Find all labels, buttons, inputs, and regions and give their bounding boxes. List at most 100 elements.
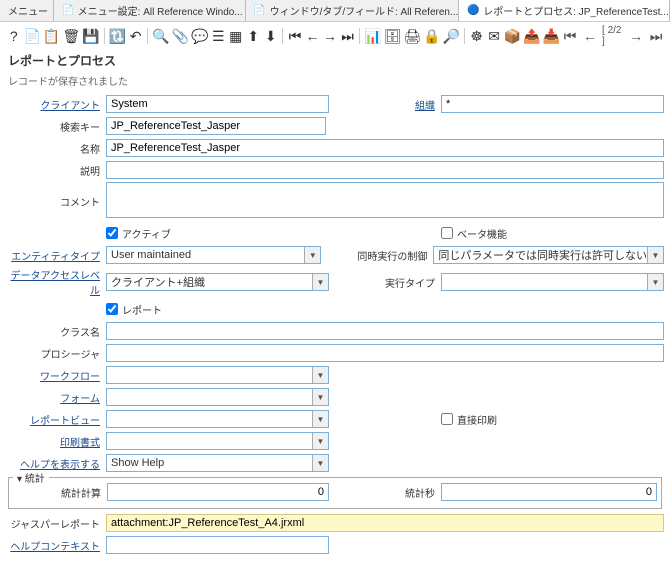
printformat-combo[interactable]: ▼: [106, 432, 329, 450]
window-icon: 📄: [62, 5, 74, 17]
form-label[interactable]: フォーム: [6, 390, 106, 405]
tab-windowtab[interactable]: 📄ウィンドウ/タブ/フィールド: All Referen...×: [246, 0, 460, 21]
desc-label: 説明: [6, 163, 106, 178]
report-icon[interactable]: 📊: [364, 27, 381, 45]
reportview-label[interactable]: レポートビュー: [6, 412, 106, 427]
toolbar-separator: [464, 28, 465, 44]
next-icon[interactable]: →: [322, 27, 337, 45]
nav-next-icon[interactable]: →: [628, 27, 644, 45]
workflow-label[interactable]: ワークフロー: [6, 368, 106, 383]
procedure-field[interactable]: [106, 344, 664, 362]
nav-prev-icon[interactable]: ←: [582, 27, 598, 45]
active-label: アクティブ: [122, 226, 171, 241]
delete-icon[interactable]: 🗑: [62, 27, 80, 45]
import-icon[interactable]: 📥: [543, 27, 560, 45]
first-icon[interactable]: ⏮: [287, 27, 302, 45]
entitytype-label[interactable]: エンティティタイプ: [6, 248, 106, 263]
searchkey-field[interactable]: [106, 117, 326, 135]
archive-icon[interactable]: 🗄: [384, 27, 402, 45]
client-label[interactable]: クライアント: [6, 97, 106, 112]
parent-icon[interactable]: ⬆: [246, 27, 261, 45]
workflow-icon[interactable]: ☸: [469, 27, 484, 45]
chat-icon[interactable]: 💬: [191, 27, 208, 45]
reportview-combo[interactable]: ▼: [106, 410, 329, 428]
toggle-icon[interactable]: ☰: [211, 27, 226, 45]
nav-last-icon[interactable]: ⏭: [648, 27, 664, 45]
last-icon[interactable]: ⏭: [340, 27, 355, 45]
chevron-down-icon[interactable]: ▼: [312, 367, 328, 383]
toolbar-separator: [104, 28, 105, 44]
org-field[interactable]: [441, 95, 664, 113]
chevron-down-icon[interactable]: ▼: [312, 274, 328, 290]
grid-icon[interactable]: ▦: [228, 27, 243, 45]
exectype-label: 実行タイプ: [341, 275, 441, 290]
workflow-combo[interactable]: ▼: [106, 366, 329, 384]
desc-field[interactable]: [106, 161, 664, 179]
zoom-icon[interactable]: 🔎: [443, 27, 460, 45]
org-label[interactable]: 組織: [341, 97, 441, 112]
help-icon[interactable]: ?: [6, 27, 21, 45]
name-label: 名称: [6, 141, 106, 156]
product-icon[interactable]: 📦: [504, 27, 521, 45]
detail-icon[interactable]: ⬇: [263, 27, 278, 45]
concurrent-label: 同時実行の制御: [333, 248, 433, 263]
dataaccess-label[interactable]: データアクセスレベル: [6, 267, 106, 297]
chevron-down-icon[interactable]: ▼: [312, 455, 328, 471]
find-icon[interactable]: 🔍: [152, 27, 169, 45]
tab-menu[interactable]: メニュー: [0, 0, 54, 21]
status-message: レコードが保存されました: [0, 71, 670, 90]
undo-icon[interactable]: ↶: [128, 27, 143, 45]
stats-section-toggle[interactable]: ▾ 統計: [13, 470, 49, 485]
lock-icon[interactable]: 🔒: [423, 27, 440, 45]
chevron-down-icon[interactable]: ▼: [312, 389, 328, 405]
export-icon[interactable]: 📤: [523, 27, 540, 45]
classname-field[interactable]: [106, 322, 664, 340]
nav-first-icon[interactable]: ⏮: [562, 27, 578, 45]
helpctx-field[interactable]: [106, 536, 329, 554]
chevron-down-icon[interactable]: ▼: [312, 433, 328, 449]
dataaccess-combo[interactable]: クライアント+組織▼: [106, 273, 329, 291]
report-checkbox[interactable]: [106, 303, 118, 315]
tab-menusetting[interactable]: 📄メニュー設定: All Reference Windo...×: [54, 0, 246, 21]
comment-label: コメント: [6, 194, 106, 209]
prev-icon[interactable]: ←: [305, 27, 320, 45]
procedure-label: プロシージャ: [6, 346, 106, 361]
toolbar-separator: [282, 28, 283, 44]
entitytype-combo[interactable]: User maintained▼: [106, 246, 321, 264]
toolbar-separator: [359, 28, 360, 44]
client-field[interactable]: [106, 95, 329, 113]
statsec-field[interactable]: [441, 483, 657, 501]
jasper-label: ジャスパーレポート: [6, 516, 106, 531]
new-icon[interactable]: 📄: [23, 27, 40, 45]
chevron-down-icon[interactable]: ▼: [304, 247, 320, 263]
request-icon[interactable]: ✉: [486, 27, 501, 45]
chevron-down-icon[interactable]: ▼: [312, 411, 328, 427]
form-combo[interactable]: ▼: [106, 388, 329, 406]
toolbar-separator: [147, 28, 148, 44]
chevron-down-icon[interactable]: ▼: [647, 274, 663, 290]
tab-bar: メニュー 📄メニュー設定: All Reference Windo...× 📄ウ…: [0, 0, 670, 22]
name-field[interactable]: [106, 139, 664, 157]
comment-field[interactable]: [106, 182, 664, 218]
printformat-label[interactable]: 印刷書式: [6, 434, 106, 449]
refresh-icon[interactable]: 🔃: [108, 27, 125, 45]
stats-section: ▾ 統計 統計計算 統計秒: [8, 477, 662, 509]
save-icon[interactable]: 💾: [82, 27, 99, 45]
active-checkbox[interactable]: [106, 227, 118, 239]
attach-icon[interactable]: 📎: [172, 27, 189, 45]
beta-checkbox[interactable]: [441, 227, 453, 239]
tab-reportprocess[interactable]: 🔵レポートとプロセス: JP_ReferenceTest...×: [459, 0, 670, 21]
print-icon[interactable]: 🖨: [403, 27, 421, 45]
showhelp-combo[interactable]: Show Help▼: [106, 454, 329, 472]
copy-icon[interactable]: 📋: [43, 27, 60, 45]
directprint-checkbox[interactable]: [441, 413, 453, 425]
concurrent-combo[interactable]: 同じパラメータでは同時実行は許可しない▼: [433, 246, 664, 264]
chevron-down-icon[interactable]: ▼: [647, 247, 663, 263]
statcalc-field[interactable]: [107, 483, 329, 501]
statcalc-label: 統計計算: [13, 485, 107, 500]
showhelp-label[interactable]: ヘルプを表示する: [6, 456, 106, 471]
window-icon: 📄: [254, 5, 266, 17]
helpctx-label[interactable]: ヘルプコンテキスト: [6, 538, 106, 553]
exectype-combo[interactable]: ▼: [441, 273, 664, 291]
jasper-field[interactable]: [106, 514, 664, 532]
